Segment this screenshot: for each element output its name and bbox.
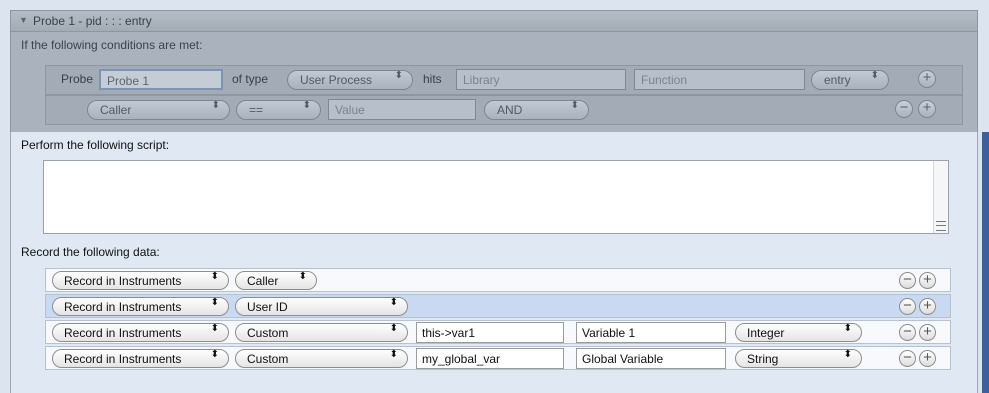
disclosure-triangle-icon[interactable]: ▼: [19, 15, 28, 25]
variable-name-field[interactable]: Variable 1: [576, 322, 726, 343]
operator-popup[interactable]: == ⬍: [236, 100, 321, 120]
function-field[interactable]: Function: [634, 69, 805, 90]
record-data-popup[interactable]: Custom ⬍: [235, 323, 408, 342]
entry-popup[interactable]: entry ⬍: [811, 70, 889, 90]
probe-type-value: User Process: [300, 73, 373, 87]
variable-name-field[interactable]: Global Variable: [576, 348, 726, 369]
record-data-value: Custom: [247, 352, 289, 366]
script-and-record-section: Perform the following script: Record the…: [10, 132, 978, 393]
record-destination-popup[interactable]: Record in Instruments ⬍: [52, 297, 229, 316]
operator-value: ==: [249, 103, 264, 117]
variable-type-value: Integer: [747, 326, 785, 340]
popup-arrows-icon: ⬍: [210, 271, 219, 282]
probe-header[interactable]: ▼ Probe 1 - pid : : : entry: [10, 10, 978, 32]
record-destination-value: Record in Instruments: [64, 274, 182, 288]
record-data-popup[interactable]: User ID ⬍: [235, 297, 408, 316]
value-field[interactable]: Value: [328, 99, 476, 120]
record-data-value: Caller: [247, 274, 279, 288]
expression-field[interactable]: this->var1: [416, 322, 564, 343]
record-data-popup[interactable]: Custom ⬍: [235, 349, 408, 368]
logic-popup[interactable]: AND ⬍: [484, 100, 589, 120]
popup-arrows-icon: ⬍: [843, 349, 852, 360]
hits-label: hits: [423, 72, 442, 86]
record-row: Record in Instruments ⬍ User ID ⬍ − +: [45, 294, 951, 318]
variable-type-value: String: [747, 352, 779, 366]
popup-arrows-icon: ⬍: [843, 323, 852, 334]
expression-field[interactable]: my_global_var: [416, 348, 564, 369]
condition-row-probe: Probe Probe 1 of type User Process ⬍ hits…: [45, 65, 963, 95]
add-condition-icon[interactable]: +: [918, 100, 936, 118]
popup-arrows-icon: ⬍: [210, 349, 219, 360]
caller-popup[interactable]: Caller ⬍: [87, 100, 230, 120]
probe-name-field[interactable]: Probe 1: [99, 69, 223, 90]
probe-label: Probe: [61, 72, 94, 86]
popup-arrows-icon: ⬍: [210, 297, 219, 308]
script-label: Perform the following script:: [21, 138, 170, 152]
popup-arrows-icon: ⬍: [389, 323, 398, 334]
popup-arrows-icon: ⬍: [394, 70, 403, 81]
record-destination-popup[interactable]: Record in Instruments ⬍: [52, 323, 229, 342]
record-destination-value: Record in Instruments: [64, 352, 182, 366]
record-label: Record the following data:: [21, 245, 160, 259]
record-row: Record in Instruments ⬍ Caller ⬍ − +: [45, 268, 951, 292]
condition-row-caller: Caller ⬍ == ⬍ Value AND ⬍ − +: [45, 95, 963, 125]
remove-record-icon[interactable]: −: [899, 298, 916, 315]
add-record-icon[interactable]: +: [919, 272, 936, 289]
popup-arrows-icon: ⬍: [302, 100, 311, 111]
remove-record-icon[interactable]: −: [899, 350, 916, 367]
add-record-icon[interactable]: +: [919, 298, 936, 315]
record-destination-popup[interactable]: Record in Instruments ⬍: [52, 271, 229, 290]
variable-type-popup[interactable]: Integer ⬍: [735, 323, 862, 342]
resize-lines-icon: [936, 221, 946, 231]
record-data-value: User ID: [247, 300, 288, 314]
variable-type-popup[interactable]: String ⬍: [735, 349, 862, 368]
library-field[interactable]: Library: [456, 69, 626, 90]
record-data-popup[interactable]: Caller ⬍: [235, 271, 317, 290]
add-record-icon[interactable]: +: [919, 350, 936, 367]
record-row: Record in Instruments ⬍ Custom ⬍ my_global…: [45, 346, 951, 370]
add-record-icon[interactable]: +: [919, 324, 936, 341]
popup-arrows-icon: ⬍: [211, 100, 220, 111]
popup-arrows-icon: ⬍: [210, 323, 219, 334]
remove-record-icon[interactable]: −: [899, 324, 916, 341]
window-edge: [982, 132, 989, 393]
logic-value: AND: [497, 103, 523, 117]
record-row: Record in Instruments ⬍ Custom ⬍ this->var…: [45, 320, 951, 344]
script-editor[interactable]: [43, 160, 949, 234]
add-condition-icon[interactable]: +: [918, 70, 936, 88]
conditions-section: If the following conditions are met: Pro…: [10, 32, 978, 132]
entry-value: entry: [824, 73, 851, 87]
record-destination-value: Record in Instruments: [64, 300, 182, 314]
record-destination-value: Record in Instruments: [64, 326, 182, 340]
popup-arrows-icon: ⬍: [389, 297, 398, 308]
of-type-label: of type: [232, 72, 269, 86]
probe-title: Probe 1 - pid : : : entry: [33, 14, 152, 28]
caller-value: Caller: [100, 103, 132, 117]
record-data-value: Custom: [247, 326, 289, 340]
popup-arrows-icon: ⬍: [870, 70, 879, 81]
probe-type-popup[interactable]: User Process ⬍: [287, 70, 413, 90]
remove-record-icon[interactable]: −: [899, 272, 916, 289]
conditions-label: If the following conditions are met:: [21, 38, 203, 52]
script-scrollbar[interactable]: [933, 161, 948, 233]
popup-arrows-icon: ⬍: [570, 100, 579, 111]
probe-editor-window: ▼ Probe 1 - pid : : : entry If the follo…: [0, 0, 989, 393]
record-destination-popup[interactable]: Record in Instruments ⬍: [52, 349, 229, 368]
popup-arrows-icon: ⬍: [298, 271, 307, 282]
popup-arrows-icon: ⬍: [389, 349, 398, 360]
remove-condition-icon[interactable]: −: [895, 100, 913, 118]
